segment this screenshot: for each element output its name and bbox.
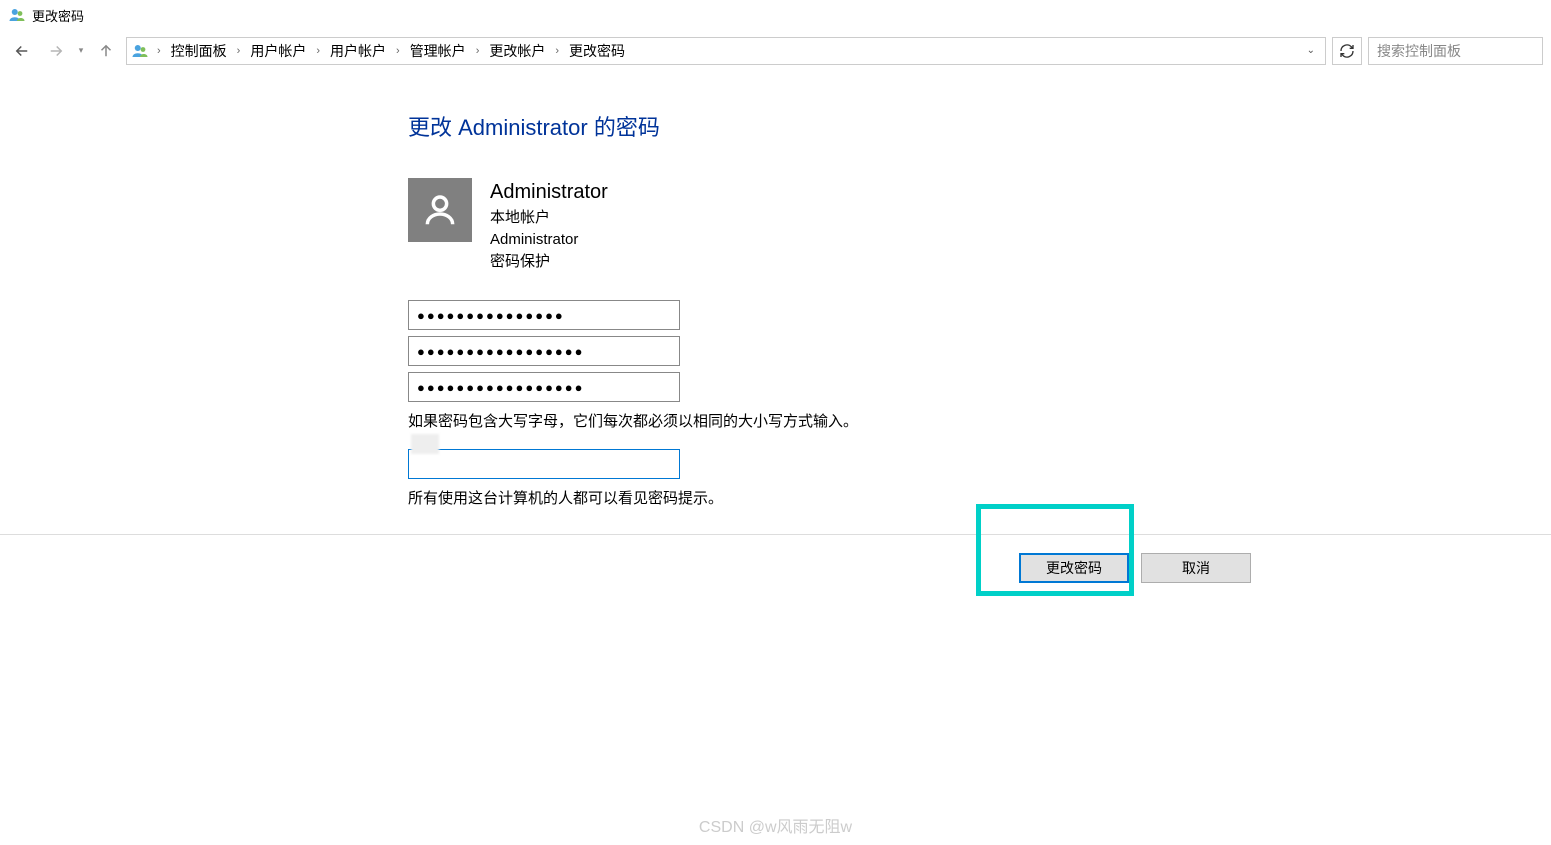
password-hint-input[interactable]: [408, 449, 680, 479]
user-role: Administrator: [490, 229, 608, 251]
breadcrumb-item[interactable]: 管理帐户: [408, 41, 468, 61]
breadcrumb-item[interactable]: 用户帐户: [328, 41, 388, 61]
hint-note: 所有使用这台计算机的人都可以看见密码提示。: [408, 487, 1551, 508]
new-password-input[interactable]: [408, 336, 680, 366]
breadcrumb-item[interactable]: 更改帐户: [487, 41, 547, 61]
chevron-right-icon: ›: [470, 45, 486, 57]
chevron-right-icon: ›: [310, 45, 326, 57]
breadcrumb-item[interactable]: 用户帐户: [248, 41, 308, 61]
forward-button[interactable]: [42, 37, 70, 65]
blur-overlay: [411, 434, 439, 454]
history-dropdown[interactable]: ▾: [76, 45, 86, 56]
page-title: 更改 Administrator 的密码: [408, 110, 1551, 142]
watermark: CSDN @w风雨无阻w: [699, 813, 852, 837]
account-type: 本地帐户: [490, 207, 608, 229]
address-bar[interactable]: › 控制面板 › 用户帐户 › 用户帐户 › 管理帐户 › 更改帐户 › 更改密…: [126, 37, 1326, 65]
search-input[interactable]: [1368, 37, 1543, 65]
refresh-button[interactable]: [1332, 37, 1362, 65]
password-status: 密码保护: [490, 251, 608, 273]
user-info: Administrator 本地帐户 Administrator 密码保护: [490, 178, 608, 272]
user-name: Administrator: [490, 178, 608, 207]
chevron-right-icon: ›: [231, 45, 247, 57]
confirm-password-input[interactable]: [408, 372, 680, 402]
up-button[interactable]: [92, 37, 120, 65]
users-icon: [8, 6, 26, 24]
user-block: Administrator 本地帐户 Administrator 密码保护: [408, 178, 1551, 272]
breadcrumb-item[interactable]: 控制面板: [169, 41, 229, 61]
chevron-right-icon: ›: [390, 45, 406, 57]
change-password-button[interactable]: 更改密码: [1019, 553, 1129, 583]
avatar: [408, 178, 472, 242]
breadcrumb-item[interactable]: 更改密码: [567, 41, 627, 61]
chevron-right-icon: ›: [151, 45, 167, 57]
password-fields: [408, 300, 1551, 402]
footer: 更改密码 取消: [0, 534, 1551, 601]
back-button[interactable]: [8, 37, 36, 65]
cancel-button[interactable]: 取消: [1141, 553, 1251, 583]
current-password-input[interactable]: [408, 300, 680, 330]
content: 更改 Administrator 的密码 Administrator 本地帐户 …: [0, 70, 1551, 508]
navbar: ▾ › 控制面板 › 用户帐户 › 用户帐户 › 管理帐户 › 更改帐户 › 更…: [0, 30, 1551, 70]
hint-input-wrap: [408, 431, 680, 479]
chevron-right-icon: ›: [549, 45, 565, 57]
address-dropdown-icon[interactable]: ⌄: [1301, 45, 1321, 56]
titlebar: 更改密码: [0, 0, 1551, 30]
users-icon: [131, 42, 149, 60]
window-title: 更改密码: [32, 6, 84, 25]
caps-note: 如果密码包含大写字母，它们每次都必须以相同的大小写方式输入。: [408, 410, 1551, 431]
